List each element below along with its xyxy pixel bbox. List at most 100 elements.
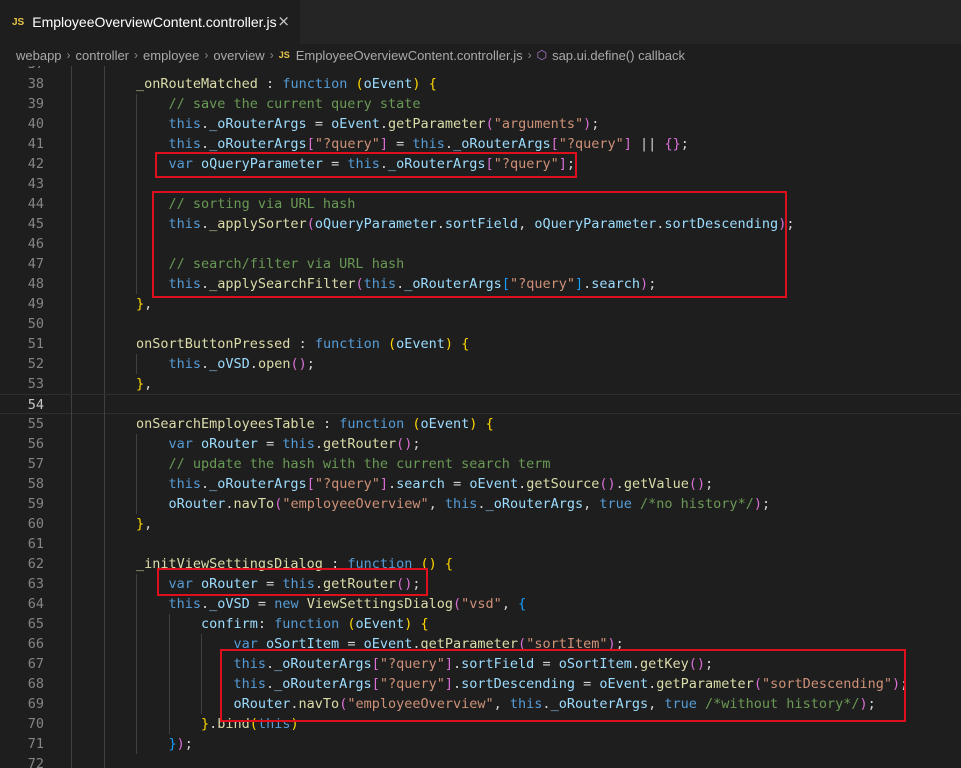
line-number: 41: [27, 136, 44, 152]
line-number: 45: [27, 216, 44, 232]
indent-guide: [71, 114, 72, 134]
code-line[interactable]: 55 onSearchEmployeesTable : function (oEv…: [0, 414, 961, 434]
code-token: [: [306, 476, 315, 492]
code-token: _oRouterArgs: [209, 136, 307, 152]
breadcrumb-item-symbol[interactable]: sap.ui.define() callback: [552, 48, 685, 63]
code-token: "vsd": [461, 596, 502, 612]
code-token: ]: [623, 136, 632, 152]
code-token: ||: [631, 136, 665, 152]
code-line[interactable]: 65 confirm: function (oEvent) {: [0, 614, 961, 634]
code-token: .: [201, 116, 210, 132]
code-token: }: [201, 716, 210, 732]
line-number: 47: [27, 256, 44, 272]
code-text: onSortButtonPressed : function (oEvent) …: [136, 334, 469, 354]
indent-guide: [103, 634, 105, 654]
code-token: open: [257, 356, 291, 372]
code-line[interactable]: 63 var oRouter = this.getRouter();: [0, 574, 961, 594]
code-line[interactable]: 54: [0, 394, 961, 415]
code-token: =: [249, 596, 275, 612]
breadcrumb-item-controller[interactable]: controller: [76, 48, 129, 63]
code-token: oEvent: [355, 616, 405, 632]
indent-guide: [71, 734, 72, 754]
code-text: _onRouteMatched : function (oEvent) {: [136, 74, 437, 94]
line-number: 62: [27, 556, 44, 572]
close-icon[interactable]: ×: [277, 12, 290, 30]
code-token: oEvent: [420, 416, 470, 432]
code-token: :: [314, 416, 340, 432]
indent-guide: [103, 294, 105, 314]
code-line[interactable]: 60},: [0, 514, 961, 534]
indent-guide: [201, 654, 202, 674]
code-token: oRouter: [168, 496, 226, 512]
indent-guide: [71, 474, 72, 494]
indent-guide: [103, 214, 105, 234]
line-number: 65: [27, 616, 44, 632]
code-line[interactable]: 72: [0, 754, 961, 768]
code-line[interactable]: 57 // update the hash with the current se…: [0, 454, 961, 474]
code-line[interactable]: 37: [0, 66, 961, 74]
code-token: ;: [306, 356, 315, 372]
code-line[interactable]: 59 oRouter.navTo("employeeOverview", this…: [0, 494, 961, 514]
code-text: onSearchEmployeesTable : function (oEven…: [136, 414, 494, 434]
code-line[interactable]: 61: [0, 534, 961, 554]
code-line[interactable]: 53},: [0, 374, 961, 394]
code-token: ViewSettingsDialog: [306, 596, 454, 612]
code-token: .: [388, 476, 397, 492]
breadcrumb-item-file[interactable]: EmployeeOverviewContent.controller.js: [296, 48, 523, 63]
line-number: 63: [27, 576, 44, 592]
indent-guide: [168, 694, 170, 714]
code-line[interactable]: 58 this._oRouterArgs["?query"].search = o…: [0, 474, 961, 494]
code-line[interactable]: 64 this._oVSD = new ViewSettingsDialog("v…: [0, 594, 961, 614]
code-line[interactable]: 38 _onRouteMatched : function (oEvent) {: [0, 74, 961, 94]
lines-44-48-box: [152, 191, 787, 298]
indent-guide: [71, 454, 72, 474]
code-line[interactable]: 51 onSortButtonPressed : function (oEvent…: [0, 334, 961, 354]
code-text: this._oRouterArgs = oEvent.getParameter(…: [169, 114, 600, 134]
code-token: (): [290, 356, 307, 372]
indent-guide: [71, 574, 72, 594]
code-token: }: [136, 516, 145, 532]
indent-guide: [136, 694, 137, 714]
code-token: _onRouteMatched: [136, 76, 258, 92]
tab-title: EmployeeOverviewContent.controller.js: [32, 14, 277, 30]
code-token: {: [444, 556, 454, 572]
code-line[interactable]: 71});: [0, 734, 961, 754]
code-text: this._oVSD = new ViewSettingsDialog("vsd…: [169, 594, 527, 614]
code-token: ,: [144, 516, 153, 532]
indent-guide: [103, 395, 105, 415]
code-token: "?query": [558, 136, 624, 152]
code-text: // save the current query state: [169, 94, 421, 114]
breadcrumb-item-webapp[interactable]: webapp: [16, 48, 62, 63]
code-text: });: [169, 734, 193, 754]
breadcrumb-item-employee[interactable]: employee: [143, 48, 199, 63]
indent-guide: [103, 534, 105, 554]
code-editor[interactable]: 37 38 _onRouteMatched : function (oEvent) …: [0, 66, 961, 768]
indent-guide: [103, 334, 105, 354]
code-token: function: [339, 416, 405, 432]
code-token: this: [444, 496, 478, 512]
code-token: (): [688, 476, 706, 492]
indent-guide: [103, 354, 105, 374]
symbol-method-icon: ⬡: [536, 48, 548, 62]
code-line[interactable]: 56 var oRouter = this.getRouter();: [0, 434, 961, 454]
code-token: ): [176, 736, 185, 752]
code-line[interactable]: 41 this._oRouterArgs["?query"] = this._oR…: [0, 134, 961, 154]
code-text: },: [136, 514, 152, 534]
code-token: ;: [761, 496, 771, 512]
editor-tab[interactable]: JS EmployeeOverviewContent.controller.js…: [0, 0, 300, 44]
code-line[interactable]: 62 _initViewSettingsDialog : function () …: [0, 554, 961, 574]
code-line[interactable]: 39 // save the current query state: [0, 94, 961, 114]
breadcrumb: webapp › controller › employee › overvie…: [0, 44, 961, 66]
code-line[interactable]: 40 this._oRouterArgs = oEvent.getParamete…: [0, 114, 961, 134]
code-line[interactable]: 52 this._oVSD.open();: [0, 354, 961, 374]
code-text: this._oRouterArgs["?query"].search = oEv…: [169, 474, 714, 494]
line-number: 52: [27, 356, 44, 372]
indent-guide: [103, 274, 105, 294]
code-line[interactable]: 50: [0, 314, 961, 334]
indent-guide: [103, 174, 105, 194]
code-token: }: [136, 296, 145, 312]
indent-guide: [71, 614, 72, 634]
indent-guide: [71, 214, 72, 234]
breadcrumb-item-overview[interactable]: overview: [213, 48, 264, 63]
indent-guide: [103, 74, 105, 94]
